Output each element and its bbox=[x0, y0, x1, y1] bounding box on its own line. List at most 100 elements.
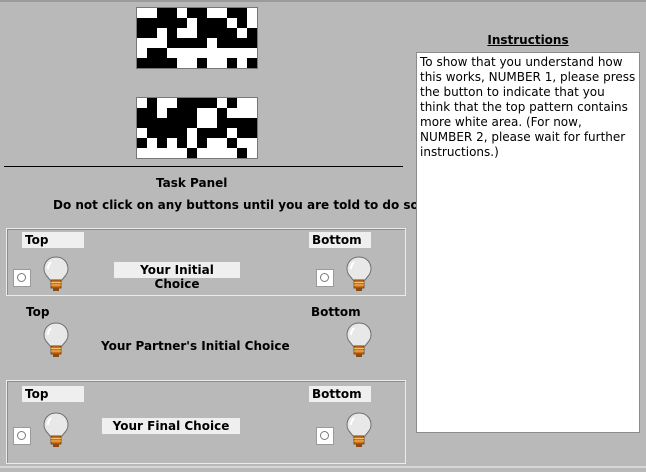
final-bottom-label: Bottom bbox=[309, 386, 371, 402]
pattern-cell bbox=[177, 38, 187, 48]
final-choice-label: Your Final Choice bbox=[102, 418, 240, 434]
pattern-cell bbox=[187, 148, 197, 158]
light-bulb-icon bbox=[43, 412, 69, 448]
pattern-cell bbox=[177, 128, 187, 138]
final-bottom-radio[interactable] bbox=[316, 427, 334, 445]
pattern-cell bbox=[217, 108, 227, 118]
instructions-text: To show that you understand how this wor… bbox=[416, 52, 640, 433]
partner-top-label: Top bbox=[26, 305, 50, 319]
pattern-cell bbox=[217, 118, 227, 128]
final-top-label: Top bbox=[22, 386, 84, 402]
pattern-cell bbox=[137, 118, 147, 128]
pattern-cell bbox=[207, 18, 217, 28]
pattern-cell bbox=[167, 8, 177, 18]
initial-top-radio[interactable] bbox=[13, 269, 31, 287]
pattern-cell bbox=[157, 138, 167, 148]
initial-choice-panel: Top Bottom Your Initial Choice bbox=[6, 228, 406, 296]
pattern-cell bbox=[147, 48, 157, 58]
pattern-cell bbox=[177, 108, 187, 118]
pattern-cell bbox=[247, 118, 257, 128]
pattern-cell bbox=[167, 108, 177, 118]
pattern-cell bbox=[247, 38, 257, 48]
pattern-cell bbox=[237, 148, 247, 158]
pattern-cell bbox=[217, 38, 227, 48]
pattern-cell bbox=[227, 118, 237, 128]
pattern-cell bbox=[217, 128, 227, 138]
pattern-cell bbox=[197, 138, 207, 148]
task-panel-warning: Do not click on any buttons until you ar… bbox=[53, 198, 425, 212]
pattern-cell bbox=[197, 28, 207, 38]
pattern-cell bbox=[137, 58, 147, 68]
pattern-cell bbox=[157, 118, 167, 128]
pattern-cell bbox=[167, 38, 177, 48]
pattern-cell bbox=[147, 118, 157, 128]
partner-bottom-label: Bottom bbox=[311, 305, 361, 319]
partner-choice-label: Your Partner's Initial Choice bbox=[101, 339, 290, 353]
initial-top-label: Top bbox=[22, 232, 84, 248]
pattern-cell bbox=[227, 28, 237, 38]
pattern-cell bbox=[187, 118, 197, 128]
pattern-cell bbox=[147, 58, 157, 68]
light-bulb-icon bbox=[43, 322, 69, 358]
pattern-cell bbox=[197, 18, 207, 28]
pattern-cell bbox=[187, 38, 197, 48]
pattern-cell bbox=[197, 8, 207, 18]
top-pattern bbox=[136, 7, 258, 69]
pattern-cell bbox=[197, 58, 207, 68]
pattern-cell bbox=[207, 28, 217, 38]
pattern-cell bbox=[177, 138, 187, 148]
pattern-cell bbox=[187, 8, 197, 18]
pattern-cell bbox=[187, 98, 197, 108]
pattern-cell bbox=[227, 138, 237, 148]
pattern-cell bbox=[237, 118, 247, 128]
pattern-cell bbox=[247, 28, 257, 38]
pattern-cell bbox=[157, 128, 167, 138]
pattern-cell bbox=[217, 28, 227, 38]
instructions-title: Instructions bbox=[487, 33, 569, 47]
pattern-cell bbox=[137, 108, 147, 118]
pattern-cell bbox=[167, 128, 177, 138]
light-bulb-icon bbox=[346, 256, 372, 292]
pattern-cell bbox=[167, 28, 177, 38]
window-top-border bbox=[0, 0, 646, 2]
divider-line bbox=[4, 166, 403, 167]
pattern-cell bbox=[137, 138, 147, 148]
pattern-cell bbox=[177, 118, 187, 128]
pattern-cell bbox=[167, 18, 177, 28]
pattern-cell bbox=[227, 8, 237, 18]
window-bottom-border bbox=[0, 466, 646, 468]
pattern-cell bbox=[227, 58, 237, 68]
pattern-cell bbox=[147, 28, 157, 38]
pattern-cell bbox=[147, 98, 157, 108]
light-bulb-icon bbox=[346, 412, 372, 448]
pattern-cell bbox=[247, 58, 257, 68]
pattern-cell bbox=[207, 98, 217, 108]
pattern-cell bbox=[157, 18, 167, 28]
pattern-cell bbox=[157, 8, 167, 18]
pattern-cell bbox=[217, 18, 227, 28]
pattern-cell bbox=[227, 38, 237, 48]
pattern-cell bbox=[147, 18, 157, 28]
pattern-cell bbox=[147, 108, 157, 118]
pattern-cell bbox=[167, 118, 177, 128]
pattern-cell bbox=[237, 8, 247, 18]
pattern-cell bbox=[197, 128, 207, 138]
light-bulb-icon bbox=[346, 322, 372, 358]
pattern-cell bbox=[237, 38, 247, 48]
initial-bottom-radio[interactable] bbox=[316, 269, 334, 287]
pattern-cell bbox=[147, 128, 157, 138]
final-choice-panel: Top Bottom Your Final Choice bbox=[6, 380, 406, 464]
pattern-cell bbox=[177, 18, 187, 28]
light-bulb-icon bbox=[43, 256, 69, 292]
pattern-cell bbox=[157, 48, 167, 58]
pattern-cell bbox=[177, 98, 187, 108]
bottom-pattern bbox=[136, 97, 258, 159]
pattern-cell bbox=[237, 128, 247, 138]
task-panel-title: Task Panel bbox=[156, 176, 228, 190]
final-top-radio[interactable] bbox=[13, 427, 31, 445]
pattern-cell bbox=[247, 128, 257, 138]
pattern-cell bbox=[137, 28, 147, 38]
initial-bottom-label: Bottom bbox=[309, 232, 371, 248]
pattern-cell bbox=[137, 18, 147, 28]
pattern-cell bbox=[207, 128, 217, 138]
